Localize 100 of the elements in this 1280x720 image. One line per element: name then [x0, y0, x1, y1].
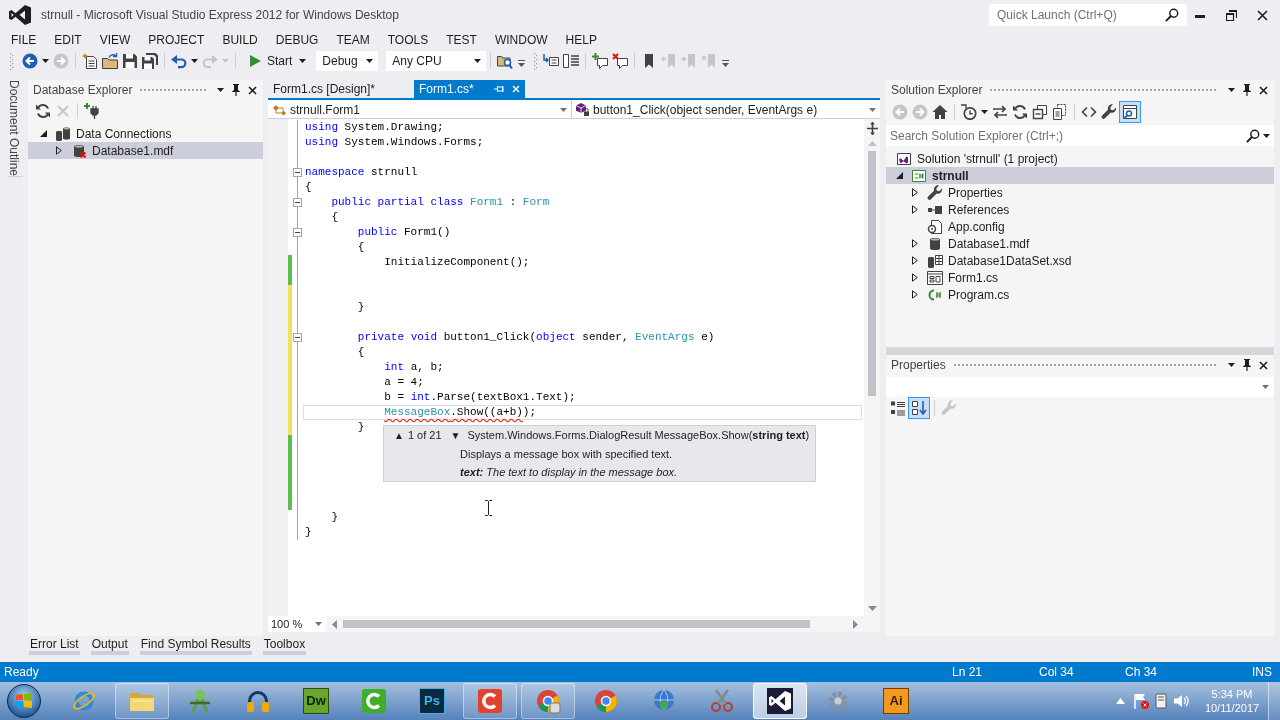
app-logo-tile[interactable]: Ps — [419, 688, 445, 714]
tool-tab[interactable]: Find Symbol Results — [139, 636, 252, 655]
undo-arrow-icon[interactable] — [171, 52, 187, 69]
dropdown-caret-icon[interactable] — [217, 88, 224, 92]
dropdown-caret-icon[interactable] — [1263, 134, 1270, 138]
tool-tab[interactable]: Error List — [29, 636, 80, 655]
collapse-icon[interactable] — [293, 168, 302, 177]
clock-icon[interactable] — [961, 104, 977, 120]
collapse-icon[interactable] — [293, 228, 302, 237]
menu-item[interactable]: DEBUG — [266, 30, 328, 49]
scroll-down-icon[interactable] — [867, 606, 877, 611]
refresh-icon[interactable] — [1012, 104, 1028, 120]
taskbar-button[interactable] — [753, 683, 807, 719]
collapsed-arrow-icon[interactable] — [912, 188, 918, 197]
tree-item[interactable]: Database1DataSet.xsd — [886, 252, 1274, 269]
scrollbar-thumb[interactable] — [343, 620, 810, 628]
caret-icon[interactable] — [981, 110, 988, 114]
scissors-icon[interactable] — [709, 688, 735, 714]
tree-item[interactable]: Data Connections — [28, 125, 263, 142]
menu-item[interactable]: WINDOW — [485, 30, 557, 49]
menu-item[interactable]: VIEW — [90, 30, 140, 49]
start-orb-icon[interactable] — [7, 684, 41, 718]
tray-expand-icon[interactable] — [1116, 698, 1125, 704]
tool-tab[interactable]: Output — [90, 636, 129, 655]
collapsed-arrow-icon[interactable] — [56, 146, 62, 155]
menu-item[interactable]: PROJECT — [139, 30, 214, 49]
pin-icon[interactable] — [232, 84, 240, 96]
robot-compass-icon[interactable] — [187, 688, 213, 714]
plug-plus-icon[interactable] — [84, 103, 100, 119]
preview-icon[interactable] — [1119, 101, 1141, 123]
close-icon[interactable] — [1259, 85, 1268, 95]
collapsed-arrow-icon[interactable] — [912, 290, 918, 299]
side-tab[interactable]: Document Outline — [8, 80, 23, 178]
quick-launch-field[interactable]: Quick Launch (Ctrl+Q) — [989, 4, 1187, 26]
tree-item[interactable]: Form1.cs — [886, 269, 1274, 286]
overflow-caret-icon[interactable] — [518, 60, 526, 68]
list-box-icon[interactable] — [563, 52, 580, 69]
arc-tile-icon[interactable] — [361, 688, 387, 714]
dropdown-caret-icon[interactable] — [1228, 88, 1235, 92]
menu-item[interactable]: TEST — [437, 30, 486, 49]
device-icon[interactable] — [1154, 693, 1168, 709]
app-logo-tile[interactable]: Ai — [883, 688, 909, 714]
comment-plus-icon[interactable] — [592, 52, 609, 69]
menu-item[interactable]: FILE — [2, 30, 46, 49]
tree-item[interactable]: References — [886, 201, 1274, 218]
tree-item[interactable]: App.config — [886, 218, 1274, 235]
next-overload-button[interactable]: ▼ — [450, 429, 461, 442]
code-brackets-icon[interactable] — [1081, 104, 1097, 120]
editor-tab[interactable]: Form1.cs [Design]* — [268, 80, 410, 98]
arrow-box-icon[interactable] — [543, 52, 560, 69]
close-icon[interactable] — [248, 85, 257, 95]
tree-item[interactable]: strnull — [886, 167, 1274, 184]
app-logo-tile[interactable]: Dw — [303, 688, 329, 714]
collapsed-arrow-icon[interactable] — [912, 256, 918, 265]
scrollbar-thumb[interactable] — [868, 151, 876, 396]
scroll-right-icon[interactable] — [853, 619, 858, 629]
expanded-arrow-icon[interactable] — [39, 130, 47, 137]
tool-tab[interactable]: Toolbox — [262, 636, 307, 655]
tree-item[interactable]: Database1.mdf — [886, 235, 1274, 252]
sync-arrows-icon[interactable] — [992, 104, 1008, 120]
pin-icon[interactable] — [1243, 84, 1251, 96]
collapse-all-icon[interactable] — [1032, 104, 1048, 120]
search-icon[interactable] — [1246, 129, 1260, 143]
speaker-icon[interactable] — [1173, 693, 1189, 709]
refresh-icon[interactable] — [35, 103, 51, 119]
comment-cross-icon[interactable] — [612, 52, 629, 69]
splitter-handle-icon[interactable] — [866, 122, 878, 135]
folder-icon[interactable] — [102, 52, 118, 69]
alphabetical-sort-icon[interactable] — [908, 397, 930, 419]
menu-item[interactable]: EDIT — [45, 30, 91, 49]
show-all-files-icon[interactable] — [1052, 104, 1068, 120]
collapsed-arrow-icon[interactable] — [912, 273, 918, 282]
toolbar-grip[interactable] — [534, 51, 539, 70]
dropdown-caret-icon[interactable] — [1228, 363, 1235, 367]
menu-item[interactable]: TOOLS — [378, 30, 438, 49]
close-icon[interactable] — [1259, 360, 1268, 370]
new-project-icon[interactable] — [82, 52, 98, 69]
previous-overload-button[interactable]: ▲ — [394, 429, 404, 442]
tree-item[interactable]: Database1.mdf — [28, 142, 263, 159]
segmented-circle-icon[interactable] — [593, 688, 619, 714]
toolbar-dropdown[interactable]: Any CPU — [386, 50, 487, 71]
search-icon[interactable] — [1165, 8, 1179, 22]
collapse-icon[interactable] — [293, 333, 302, 342]
toolbar-dropdown[interactable]: Debug — [316, 50, 379, 71]
tree-item[interactable]: Program.cs — [886, 286, 1274, 303]
menu-item[interactable]: BUILD — [213, 30, 267, 49]
scroll-left-icon[interactable] — [332, 619, 337, 629]
start-button[interactable]: Start — [242, 50, 309, 71]
categorized-icon[interactable] — [890, 400, 906, 416]
wrench-icon[interactable] — [1101, 104, 1117, 120]
collapse-icon[interactable] — [293, 198, 302, 207]
member-dropdown[interactable]: button1_Click(object sender, EventArgs e) — [572, 100, 880, 119]
toolbar-grip[interactable] — [10, 51, 14, 70]
menu-item[interactable]: HELP — [556, 30, 606, 49]
close-icon[interactable] — [1257, 9, 1268, 21]
home-icon[interactable] — [932, 104, 948, 120]
tree-item[interactable]: Properties — [886, 184, 1274, 201]
zoom-dropdown[interactable]: 100 % — [268, 616, 326, 632]
search-field[interactable]: Search Solution Explorer (Ctrl+;) — [886, 125, 1274, 146]
caret-icon[interactable] — [191, 58, 198, 63]
